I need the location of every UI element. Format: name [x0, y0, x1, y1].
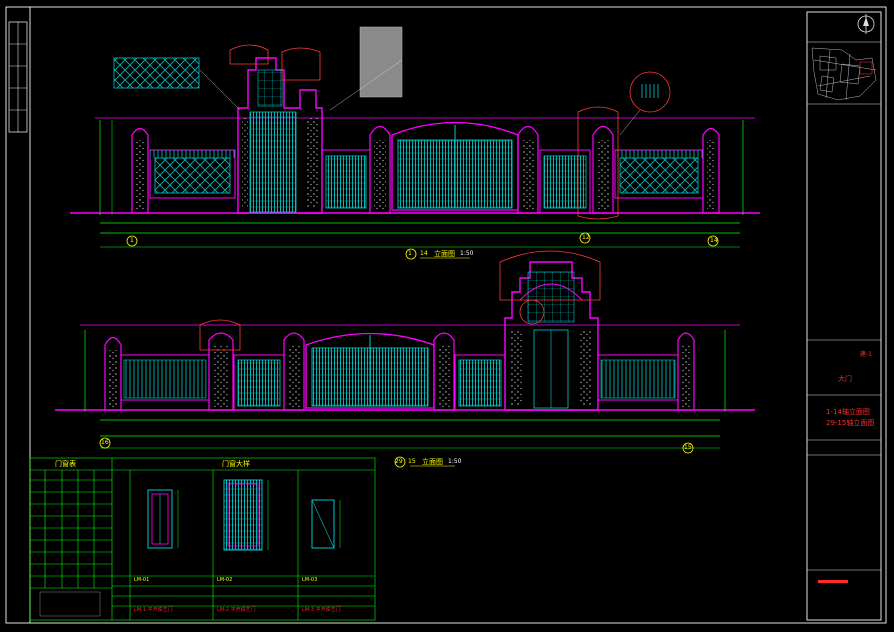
door-code-3: LM-03	[302, 577, 318, 583]
elevation-1-scale: 1:50	[460, 250, 474, 257]
title-block	[806, 11, 882, 621]
elevation-1-title: 立面图	[434, 250, 455, 258]
elevation-2-ref-from: 29	[395, 458, 403, 465]
sheet-title-line2: 29-15轴立面图	[826, 419, 875, 427]
elevation-1-ref-to: 14	[420, 250, 428, 257]
door-detail-drawings	[39, 479, 341, 617]
elevation-1-marker-left: 1	[130, 237, 134, 244]
elevation-1-marker-mid: 12	[582, 234, 590, 241]
elevation-1-marker-right: 14	[710, 237, 718, 244]
door-type-2: LM-2 平开铁艺门	[217, 607, 256, 613]
sheet-frame	[5, 6, 887, 624]
door-type-1: LM-1 平开铁艺门	[134, 607, 173, 613]
project-name: 大门	[838, 375, 852, 383]
elevation-29-15	[55, 250, 755, 468]
cad-drawing-canvas	[5, 6, 887, 624]
elevation-2-ref-to: 15	[408, 458, 416, 465]
door-type-3: LM-3 平开铁艺门	[302, 607, 341, 613]
door-schedule-table	[29, 457, 376, 621]
elevation-2-marker-left: 16	[101, 439, 109, 446]
elevation-1-ref-from: 1	[408, 250, 412, 257]
door-code-1: LM-01	[134, 577, 150, 583]
elevation-2-scale: 1:50	[448, 458, 462, 465]
sheet-title-line1: 1-14轴立面图	[826, 408, 870, 416]
door-code-2: LM-02	[217, 577, 233, 583]
elevation-1-14	[70, 26, 760, 260]
elevation-2-title: 立面图	[422, 458, 443, 466]
door-detail-title: 门窗大样	[222, 460, 250, 468]
site-key-plan	[811, 47, 877, 101]
sheet-tag: 建-1	[860, 351, 872, 358]
elevation-2-marker-right: 15	[684, 444, 692, 451]
schedule-table-title: 门窗表	[55, 460, 76, 468]
